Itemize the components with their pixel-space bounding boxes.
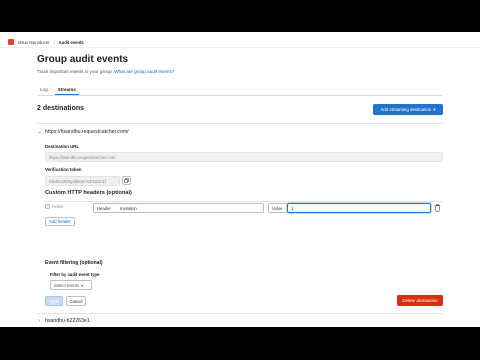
header-value-text: 1 xyxy=(291,205,294,211)
verification-token-field: Kkx8oo2E5yaf6s3eYoF22Gn1f xyxy=(45,176,120,186)
chevron-down-icon: ⌄ xyxy=(37,129,42,135)
breadcrumb: Issue reproducer / Audit events xyxy=(0,32,480,48)
save-button[interactable]: Save xyxy=(45,296,63,306)
divider xyxy=(37,313,443,314)
chevron-right-icon: › xyxy=(38,318,41,324)
group-avatar-icon xyxy=(8,39,14,45)
add-button-label: Add streaming destination xyxy=(380,107,432,112)
copy-token-button[interactable] xyxy=(122,176,131,185)
tab-streams[interactable]: Streams xyxy=(54,84,79,95)
select-placeholder: Select events xyxy=(54,282,80,288)
breadcrumb-separator: / xyxy=(53,39,55,45)
header-name-input[interactable]: Invitation xyxy=(117,203,264,213)
chevron-down-icon: ▾ xyxy=(81,282,84,288)
tabs: Log Streams xyxy=(37,84,443,96)
destination-url-field: https://hsandhu.requestcatcher.com xyxy=(45,152,443,162)
breadcrumb-group[interactable]: Issue reproducer xyxy=(18,40,49,45)
audit-events-page: Issue reproducer / Audit events Group au… xyxy=(0,32,480,327)
page-title: Group audit events xyxy=(37,54,129,65)
delete-destination-button[interactable]: Delete destination xyxy=(397,295,443,306)
cancel-button[interactable]: Cancel xyxy=(66,296,86,306)
video-frame: Issue reproducer / Audit events Group au… xyxy=(0,0,480,360)
destination-toggle-2[interactable]: › hsandhu-b22263e1 xyxy=(37,318,90,324)
verification-token-label: Verification token xyxy=(45,167,82,172)
select-events-dropdown[interactable]: Select events ▾ xyxy=(50,280,92,290)
custom-headers-title: Custom HTTP headers (optional) xyxy=(45,190,132,196)
page-description: Track important events in your group. Wh… xyxy=(37,69,174,74)
value-prefix: Value xyxy=(268,203,288,213)
description-text: Track important events in your group. xyxy=(37,69,113,74)
chevron-down-icon: ▾ xyxy=(433,106,436,112)
header-value-input[interactable]: 1 xyxy=(287,203,431,213)
active-label: Active xyxy=(52,204,64,209)
divider xyxy=(37,123,443,124)
destination-url-label: Destination URL xyxy=(45,144,80,149)
header-active-toggle[interactable]: Active xyxy=(45,204,63,209)
destinations-count: 2 destinations xyxy=(37,105,85,112)
destination-name-2: hsandhu-b22263e1 xyxy=(45,318,90,324)
divider xyxy=(45,201,443,202)
checkbox-icon xyxy=(45,204,50,209)
delete-header-button[interactable] xyxy=(434,204,441,214)
verification-token-value: Kkx8oo2E5yaf6s3eYoF22Gn1f xyxy=(49,178,107,184)
add-header-button[interactable]: Add header xyxy=(45,217,75,226)
tab-log[interactable]: Log xyxy=(37,84,51,95)
destination-name-1: https://hsandhu.requestcatcher.com/ xyxy=(45,129,129,135)
filter-label: Filter by audit event type xyxy=(50,272,100,277)
destination-toggle-1[interactable]: ⌄ https://hsandhu.requestcatcher.com/ xyxy=(37,129,129,135)
help-link[interactable]: What are group audit events? xyxy=(114,69,174,74)
event-filtering-title: Event filtering (optional) xyxy=(45,260,103,266)
trash-icon xyxy=(434,204,441,212)
copy-icon xyxy=(124,178,129,183)
breadcrumb-current[interactable]: Audit events xyxy=(59,40,84,45)
add-streaming-destination-button[interactable]: Add streaming destination ▾ xyxy=(373,104,443,115)
destination-url-value: https://hsandhu.requestcatcher.com xyxy=(49,154,116,160)
header-prefix: Header xyxy=(93,203,119,213)
